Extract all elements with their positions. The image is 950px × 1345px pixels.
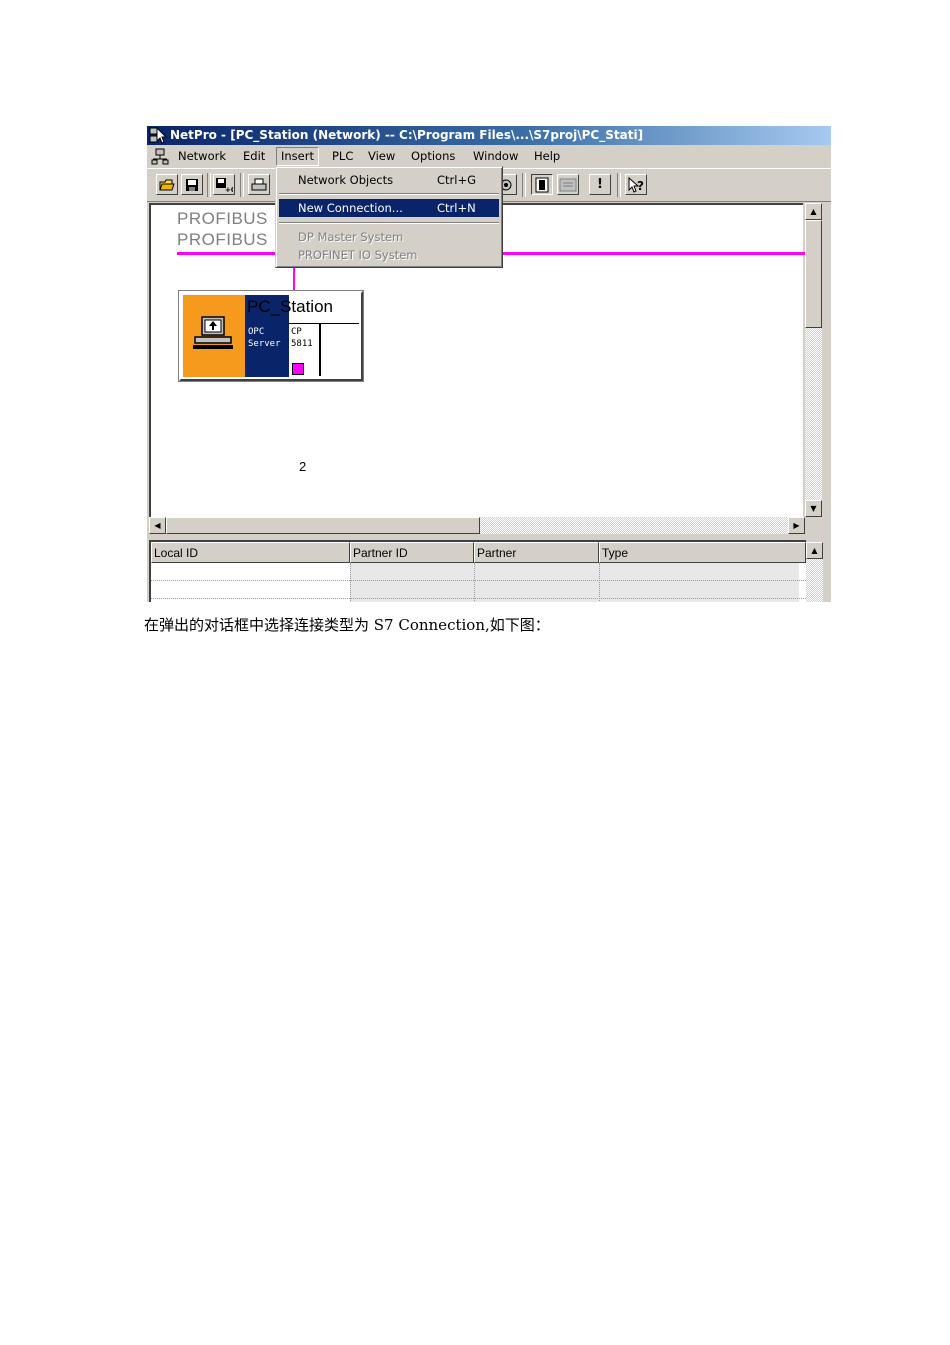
print-icon[interactable] [248, 174, 270, 195]
menu-edit[interactable]: Edit [239, 148, 269, 165]
menu-view[interactable]: View [364, 148, 399, 165]
pc-station-icon [193, 316, 233, 349]
exclamation-icon[interactable]: ! [589, 174, 611, 195]
catalog-icon[interactable] [531, 174, 553, 195]
menu-item-new-connection[interactable]: New Connection... Ctrl+N [279, 199, 499, 217]
scroll-right-icon[interactable]: ▶ [788, 517, 805, 534]
column-header-partner-id[interactable]: Partner ID [350, 542, 474, 563]
save-icon[interactable] [181, 174, 203, 195]
menu-item-shortcut: Ctrl+G [437, 173, 477, 187]
insert-menu-dropdown: Network Objects Ctrl+G New Connection...… [275, 166, 503, 268]
connection-table[interactable]: Local ID Partner ID Partner Type [149, 540, 806, 602]
menu-options[interactable]: Options [407, 148, 459, 165]
open-icon[interactable] [156, 174, 178, 195]
scroll-down-icon[interactable]: ▼ [805, 500, 822, 517]
menu-network[interactable]: Network [174, 148, 230, 165]
station-icon-area [183, 295, 245, 377]
column-header-type[interactable]: Type [599, 542, 806, 563]
menu-item-label: New Connection... [298, 201, 403, 215]
window-title: NetPro - [PC_Station (Network) -- C:\Pro… [170, 128, 644, 142]
pc-station-node[interactable]: PC_Station OPC Server CP 5811 [178, 290, 364, 382]
menu-item-network-objects[interactable]: Network Objects Ctrl+G [279, 171, 499, 189]
table-scroll-up-icon[interactable]: ▲ [806, 542, 823, 559]
subnet-label: PROFIBUS [177, 209, 268, 228]
opc-server-label: OPC Server [248, 327, 281, 349]
vertical-scroll-thumb[interactable] [805, 220, 822, 328]
overview-icon[interactable] [557, 174, 579, 195]
menu-item-profinet-io-system[interactable]: PROFINET IO System [279, 246, 499, 264]
horizontal-scroll-thumb[interactable] [166, 517, 480, 534]
menu-item-dp-master-system[interactable]: DP Master System [279, 228, 499, 246]
svg-text:+01: +01 [225, 186, 233, 193]
menu-window[interactable]: Window [469, 148, 522, 165]
scroll-up-icon[interactable]: ▲ [805, 203, 822, 220]
netpro-app-icon[interactable] [149, 127, 167, 144]
menu-plc[interactable]: PLC [328, 148, 357, 165]
title-bar: NetPro - [PC_Station (Network) -- C:\Pro… [147, 126, 831, 145]
network-system-icon[interactable] [151, 148, 169, 165]
menu-insert[interactable]: Insert [276, 147, 319, 166]
menu-bar: Network Edit Insert PLC View Options Win… [147, 145, 831, 167]
column-header-partner[interactable]: Partner [474, 542, 599, 563]
netpro-window: NetPro - [PC_Station (Network) -- C:\Pro… [147, 126, 831, 602]
subnet-label: PROFIBUS [177, 230, 268, 249]
menu-help[interactable]: Help [530, 148, 564, 165]
menu-item-label: DP Master System [298, 230, 404, 244]
help-question-label: ? [637, 179, 644, 193]
cp-port-connector[interactable] [292, 363, 304, 375]
document-caption: 在弹出的对话框中选择连接类型为 S7 Connection,如下图： [144, 616, 550, 634]
menu-item-label: PROFINET IO System [298, 248, 418, 262]
station-number: 2 [299, 459, 307, 474]
menu-item-label: Network Objects [298, 173, 394, 187]
scroll-left-icon[interactable]: ◀ [149, 517, 166, 534]
column-header-local-id[interactable]: Local ID [151, 542, 350, 563]
menu-item-shortcut: Ctrl+N [437, 201, 476, 215]
help-pointer-icon[interactable]: ? [625, 174, 647, 195]
station-name: PC_Station [247, 297, 333, 316]
cp-module-label: CP 5811 [291, 327, 313, 349]
save-compile-icon[interactable]: +01 [213, 174, 235, 195]
